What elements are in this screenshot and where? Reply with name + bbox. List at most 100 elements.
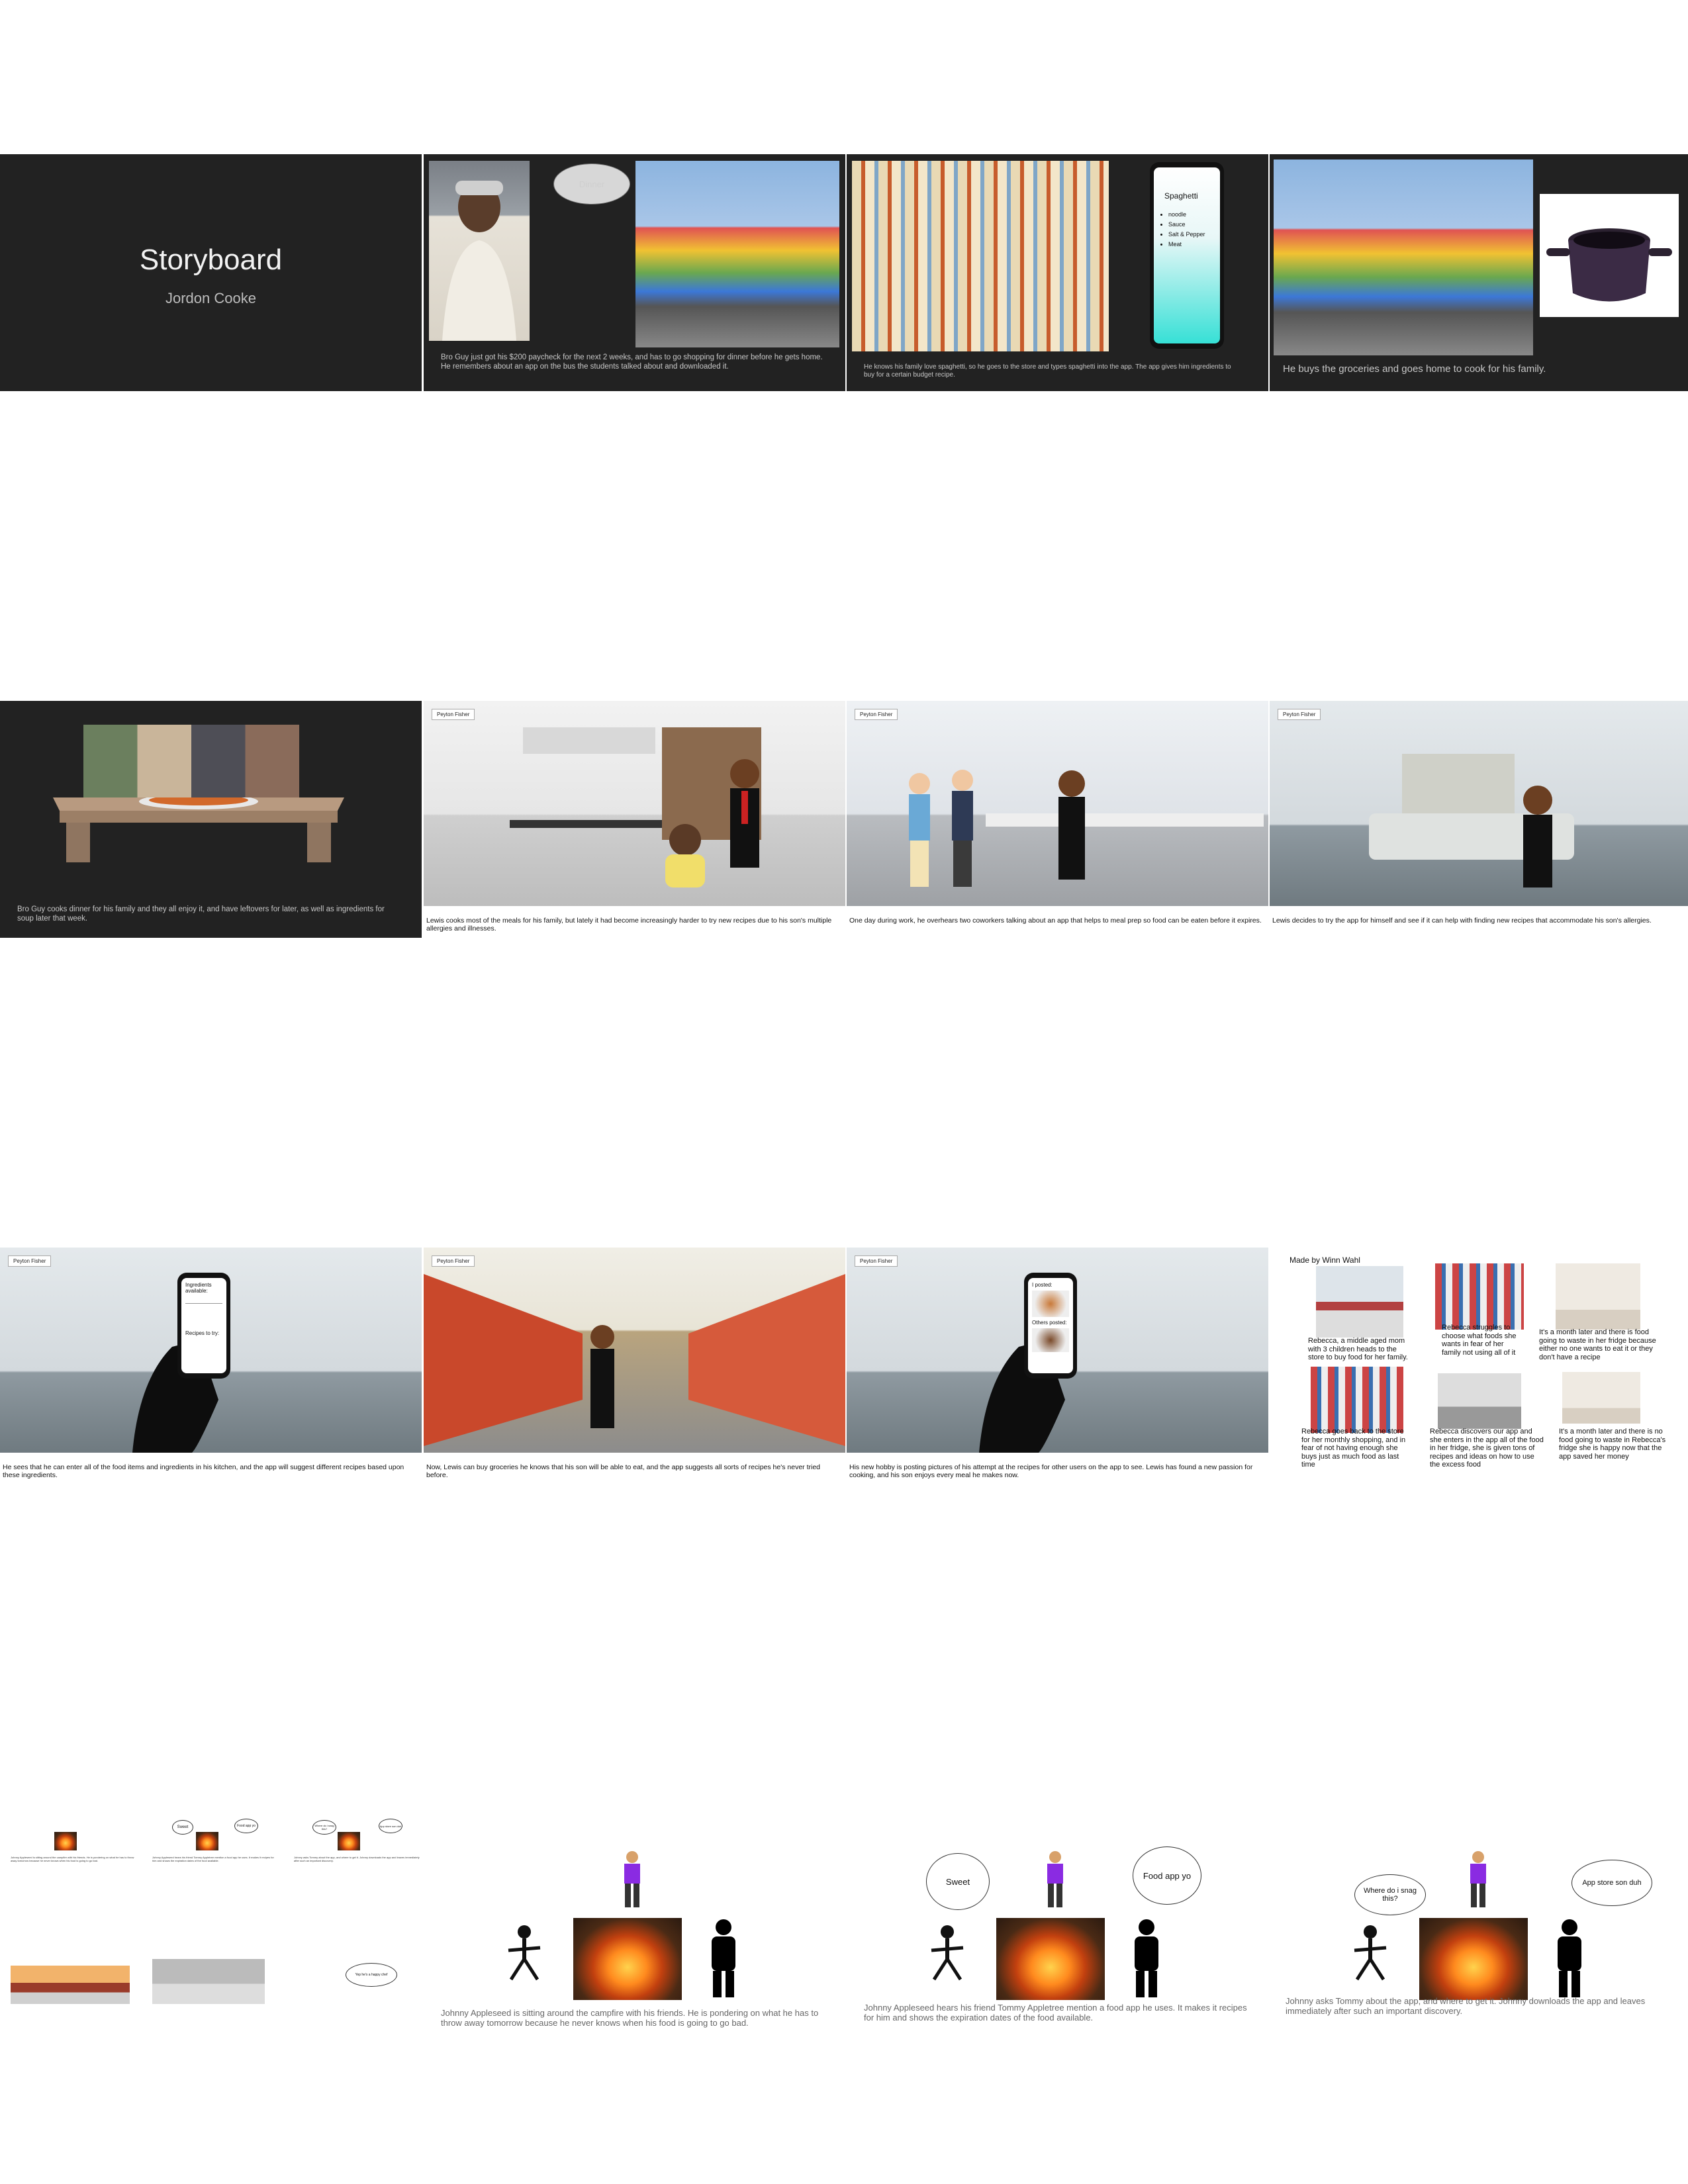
others-posted-heading: Others posted: xyxy=(1032,1320,1067,1326)
comic-caption: Rebecca goes back to the store for her m… xyxy=(1301,1428,1406,1469)
slide-lewis-office: Peyton Fisher One day during work, he ov… xyxy=(847,701,1268,938)
slide-caption: Bro Guy just got his $200 paycheck for t… xyxy=(441,353,823,371)
black-silhouette-person xyxy=(1558,1919,1581,1997)
wooden-table xyxy=(46,794,351,864)
phone-screen: Spaghetti noodle Sauce Salt & Pepper Mea… xyxy=(1154,167,1220,343)
speech-bubble-left: Sweet xyxy=(926,1853,990,1910)
mini-bubble-text: Yep he's a happy chef xyxy=(355,1973,388,1977)
author-label: Peyton Fisher xyxy=(432,1255,475,1267)
slide-caption: Lewis cooks most of the meals for his fa… xyxy=(426,917,832,933)
slide-spaghetti: Spaghetti noodle Sauce Salt & Pepper Mea… xyxy=(847,154,1268,391)
phone-mockup: Ingredients available: Recipes to try: xyxy=(177,1273,230,1379)
bus-photo xyxy=(1274,159,1533,355)
ingredient-list: noodle Sauce Salt & Pepper Meat xyxy=(1158,210,1216,250)
slide-family-dinner: Bro Guy cooks dinner for his family and … xyxy=(0,701,422,938)
mini-bubble-text: Food app yo xyxy=(237,1824,256,1828)
speech-bubble-text: App store son duh xyxy=(1582,1879,1642,1887)
phone-screen: Ingredients available: Recipes to try: xyxy=(181,1278,226,1373)
mini-bubble-text: Where do i snag this? xyxy=(314,1824,334,1831)
comic-caption: Rebecca discovers our app and she enters… xyxy=(1430,1428,1544,1469)
family-photos xyxy=(83,725,299,797)
author-label: Peyton Fisher xyxy=(8,1255,52,1267)
comic-caption: Rebecca struggles to choose what foods s… xyxy=(1442,1324,1517,1357)
stick-figure-person xyxy=(1354,1925,1387,1981)
title-slide: Storyboard Jordon Cooke xyxy=(0,154,422,391)
ingredient-item: Salt & Pepper xyxy=(1168,230,1216,240)
speech-bubble-right: Food app yo xyxy=(1133,1846,1201,1905)
slide-paycheck: Dinner Bro Guy just got his $200 paychec… xyxy=(424,154,845,391)
campfire-thumbnail xyxy=(54,1832,77,1850)
slide-caption: Lewis decides to try the app for himself… xyxy=(1272,917,1652,925)
grocery-aisle-photo xyxy=(852,161,1109,351)
phone-mockup: Spaghetti noodle Sauce Salt & Pepper Mea… xyxy=(1150,162,1224,349)
purple-shirt-person xyxy=(1470,1851,1486,1907)
room-thumbnail xyxy=(1556,1263,1640,1330)
speech-bubble-right: App store son duh xyxy=(1571,1860,1652,1906)
speech-bubble-text: Where do i snag this? xyxy=(1363,1887,1417,1903)
thought-bubble-text: Dinner xyxy=(579,179,605,189)
campfire-photo xyxy=(996,1918,1105,2000)
slide-caption: Johnny Appleseed hears his friend Tommy … xyxy=(864,2003,1247,2023)
slide-grocery-shopping: Peyton Fisher Now, Lewis can buy groceri… xyxy=(424,1248,845,1484)
slide-posting-recipes: I posted: Others posted: Peyton Fisher H… xyxy=(847,1248,1268,1484)
slide-caption: He buys the groceries and goes home to c… xyxy=(1283,363,1546,375)
recipe-title: Spaghetti xyxy=(1164,191,1198,201)
author-label: Peyton Fisher xyxy=(855,1255,898,1267)
aisle-thumbnail xyxy=(1435,1263,1524,1330)
campfire-photo xyxy=(573,1918,682,2000)
comic-caption: It's a month later and there is no food … xyxy=(1559,1428,1666,1461)
man-figure-icon xyxy=(442,181,516,341)
purple-shirt-person xyxy=(624,1851,640,1907)
speech-bubble-left: Where do i snag this? xyxy=(1354,1874,1426,1915)
mini-speech-bubble: Yep he's a happy chef xyxy=(346,1963,397,1987)
store-thumbnail xyxy=(11,1966,130,2004)
slide-lewis-livingroom: Peyton Fisher Lewis decides to try the a… xyxy=(1270,701,1688,938)
slide-campfire-food-app: Sweet Food app yo Johnny Appleseed hears… xyxy=(847,1800,1268,2038)
mini-bubble-text: App store son duh xyxy=(379,1824,402,1828)
author-label: Peyton Fisher xyxy=(1278,709,1321,720)
comic-caption: It's a month later and there is food goi… xyxy=(1539,1328,1656,1361)
author-label: Peyton Fisher xyxy=(855,709,898,720)
bus-photo xyxy=(635,161,839,347)
slide-campfire-app-store: Where do i snag this? App store son duh … xyxy=(1270,1800,1688,2038)
slide-caption: One day during work, he overhears two co… xyxy=(849,917,1262,925)
slide-caption: Now, Lewis can buy groceries he knows th… xyxy=(426,1463,820,1479)
room-thumbnail xyxy=(1562,1372,1640,1424)
slide-mini-storyboard: Sweet Food app yo Where do i snag this? … xyxy=(0,1800,422,2038)
slide-go-home: He buys the groceries and goes home to c… xyxy=(1270,154,1688,391)
storyboard-title: Storyboard xyxy=(139,244,283,276)
i-posted-heading: I posted: xyxy=(1032,1282,1053,1288)
campfire-thumbnail xyxy=(338,1832,360,1850)
pot-icon xyxy=(1546,228,1672,302)
cooking-pot-photo xyxy=(1540,194,1679,317)
supermarket-photo xyxy=(424,1248,845,1453)
stick-figure-person xyxy=(508,1925,541,1981)
mini-caption: Johnny Appleseed hears his friend Tommy … xyxy=(152,1856,274,1862)
mini-speech-bubble: Sweet xyxy=(172,1820,193,1835)
phone-mockup: I posted: Others posted: xyxy=(1024,1273,1077,1379)
slide-app-ingredients: Ingredients available: Recipes to try: P… xyxy=(0,1248,422,1484)
campfire-thumbnail xyxy=(196,1832,218,1850)
mini-caption: Johnny asks Tommy about the app, and whe… xyxy=(294,1856,420,1862)
slide-campfire-pondering: Johnny Appleseed is sitting around the c… xyxy=(424,1800,845,2038)
office-photo xyxy=(847,701,1268,906)
slide-lewis-kitchen: Peyton Fisher Lewis cooks most of the me… xyxy=(424,701,845,938)
kitchen-thumbnail xyxy=(1438,1373,1521,1429)
aisle-thumbnail xyxy=(1311,1367,1403,1433)
recipes-heading: Recipes to try: xyxy=(185,1330,220,1336)
ingredients-heading: Ingredients available: xyxy=(185,1282,212,1294)
ingredient-item: Sauce xyxy=(1168,220,1216,230)
phone-screen: I posted: Others posted: xyxy=(1028,1278,1073,1373)
slide-caption: Bro Guy cooks dinner for his family and … xyxy=(17,905,385,923)
food-photo xyxy=(1032,1291,1069,1317)
mini-speech-bubble: Where do i snag this? xyxy=(312,1820,336,1835)
slide-caption: His new hobby is posting pictures of his… xyxy=(849,1463,1253,1479)
mini-caption: Johnny Appleseed is sitting around the c… xyxy=(11,1856,134,1862)
mini-speech-bubble: Food app yo xyxy=(234,1819,258,1833)
mini-speech-bubble: App store son duh xyxy=(379,1819,402,1833)
man-portrait-photo xyxy=(429,161,530,341)
ingredient-item: Meat xyxy=(1168,240,1216,250)
speech-bubble-text: Sweet xyxy=(945,1876,970,1887)
slide-rebecca-comic: Made by Winn Wahl Rebecca, a middle aged… xyxy=(1284,1254,1675,1477)
purple-shirt-person xyxy=(1047,1851,1063,1907)
